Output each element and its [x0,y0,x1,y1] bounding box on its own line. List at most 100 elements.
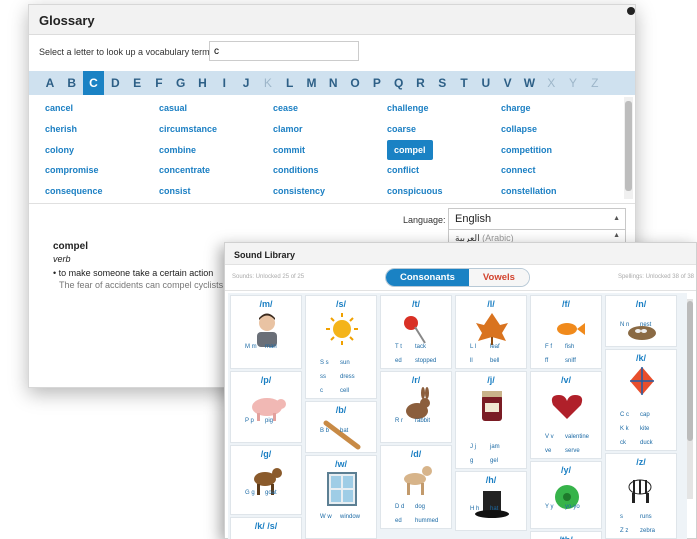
term-item[interactable]: cherish [45,119,159,140]
term-item[interactable]: challenge [387,98,501,119]
sound-symbol: /v/ [560,375,571,385]
term-item[interactable]: collapse [501,119,615,140]
sound-card[interactable]: /s/S s sun ss dress c cell [305,295,377,399]
term-item[interactable]: constellation [501,181,615,202]
term-item[interactable]: connect [501,160,615,181]
term-label: casual [159,103,188,113]
scroll-thumb[interactable] [625,101,632,191]
spelling-pattern: C c [620,412,629,418]
letter-p[interactable]: P [366,71,388,95]
term-item[interactable]: charge [501,98,615,119]
term-label: compromise [45,165,99,176]
sound-card[interactable]: /t/T t tack ed stopped [380,295,452,369]
tab-vowels[interactable]: Vowels [468,269,529,286]
spelling-pattern: ll [470,358,473,364]
letter-t[interactable]: T [453,71,475,95]
letter-c[interactable]: C [82,71,105,95]
term-label: charge [501,103,531,113]
sound-card[interactable]: /d/D d dog ed hummed [380,445,452,529]
term-item[interactable]: clamor [273,119,387,140]
letter-q[interactable]: Q [388,71,410,95]
term-item[interactable]: conspicuous [387,181,501,202]
term-item[interactable]: competition [501,140,615,161]
term-item[interactable]: combine [159,140,273,161]
letter-w[interactable]: W [519,71,541,95]
example-word: man [265,344,277,350]
sound-symbol: /f/ [562,299,570,309]
term-item[interactable]: cancel [45,98,159,119]
example-word: hummed [415,518,439,524]
search-input[interactable] [209,41,359,61]
term-item[interactable]: cease [273,98,387,119]
letter-b[interactable]: B [61,71,83,95]
term-item[interactable]: casual [159,98,273,119]
term-item[interactable]: conflict [387,160,501,181]
term-item[interactable]: consist [159,181,273,202]
term-list: cancel casual cease challenge charge cherish c… [29,95,635,204]
term-item[interactable]: colony [45,140,159,161]
letter-n[interactable]: N [322,71,344,95]
letter-s[interactable]: S [431,71,453,95]
term-item[interactable]: conditions [273,160,387,181]
term-item[interactable]: consequence [45,181,159,202]
letter-i[interactable]: I [213,71,235,95]
close-icon[interactable] [627,7,635,15]
sound-card[interactable]: /f/F f fish ff sniff [530,295,602,369]
letter-m[interactable]: M [301,71,323,95]
spellings-status: Spellings: Unlocked 38 of 38 [617,274,694,280]
up-arrow-icon[interactable]: ▲ [613,232,620,239]
letter-d[interactable]: D [104,71,126,95]
definition-panel: compel verb • to make someone take a cer… [53,241,228,290]
spelling-pattern: B b [320,428,330,434]
boy-icon [257,313,277,347]
sound-card[interactable]: /g/G g goat [230,445,302,515]
letter-e[interactable]: E [126,71,148,95]
sound-card[interactable]: /th/ [530,531,602,539]
letter-a[interactable]: A [39,71,61,95]
sound-card[interactable]: /w/W w window [305,455,377,539]
term-item[interactable]: commit [273,140,387,161]
sound-card[interactable]: /n/N n nest [605,295,677,347]
sound-card[interactable]: /k/ /s/ [230,517,302,539]
sound-card[interactable]: /m/M m man [230,295,302,369]
letter-h[interactable]: H [192,71,214,95]
sound-library-toolbar: Sounds: Unlocked 25 of 25 Consonants Vow… [225,265,696,291]
sound-scrollbar[interactable] [687,299,693,499]
spelling-pattern: K k [620,426,629,432]
sound-card[interactable]: /z/s runs Z z zebra [605,453,677,539]
term-label: competition [501,144,552,155]
term-item[interactable]: consistency [273,181,387,202]
up-arrow-icon[interactable]: ▲ [613,215,620,222]
sounds-status: Sounds: Unlocked 25 of 25 [232,274,305,280]
sound-card[interactable]: /v/V v valentine ve serve [530,371,602,459]
term-item[interactable]: coarse [387,119,501,140]
term-item[interactable]: circumstance [159,119,273,140]
sound-card[interactable]: /b/B b bat [305,401,377,453]
letter-g[interactable]: G [170,71,192,95]
sound-card[interactable]: /h/H h hat [455,471,527,531]
letter-o[interactable]: O [344,71,366,95]
letter-j[interactable]: J [235,71,257,95]
term-item[interactable]: compel [387,139,501,161]
sound-symbol: /j/ [487,375,495,385]
letter-r[interactable]: R [410,71,432,95]
letter-v[interactable]: V [497,71,519,95]
letter-u[interactable]: U [475,71,497,95]
sound-symbol: /k/ /s/ [254,521,278,531]
term-item[interactable]: compromise [45,160,159,181]
example-word: goat [265,490,277,496]
tab-consonants[interactable]: Consonants [386,269,469,286]
language-select[interactable]: English ▲ [448,208,626,230]
letter-l[interactable]: L [279,71,301,95]
sound-card[interactable]: /l/L l leaf ll bell [455,295,527,369]
sound-card[interactable]: /y/Y y yo-yo [530,461,602,529]
term-scrollbar[interactable] [624,97,633,199]
sound-card[interactable]: /j/J j jam g gel [455,371,527,469]
sound-card[interactable]: /k/C c cap K k kite ck duck [605,349,677,451]
letter-f[interactable]: F [148,71,170,95]
term-label: commit [273,144,306,155]
sound-card[interactable]: /p/P p pig [230,371,302,443]
sound-card[interactable]: /r/R r rabbit [380,371,452,443]
term-item[interactable]: concentrate [159,160,273,181]
scroll-thumb[interactable] [687,301,693,441]
